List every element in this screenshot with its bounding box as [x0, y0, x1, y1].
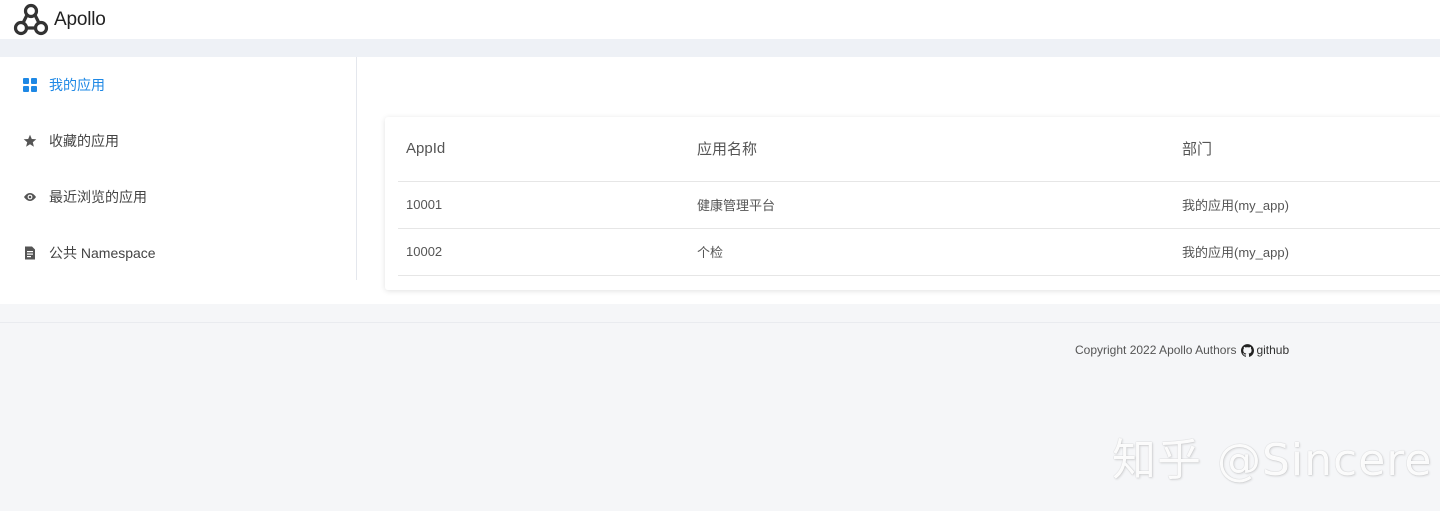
- apps-table: AppId 应用名称 部门 10001 健康管理平台 我的应用(my_app) …: [398, 117, 1440, 276]
- apps-table-card: AppId 应用名称 部门 10001 健康管理平台 我的应用(my_app) …: [385, 117, 1440, 290]
- cell-app-name: 个检: [689, 228, 1174, 276]
- table-header-row: AppId 应用名称 部门: [398, 117, 1440, 182]
- top-header: Apollo: [0, 0, 1440, 39]
- logo-text: Apollo: [54, 8, 106, 30]
- eye-icon: [23, 190, 37, 204]
- table-row[interactable]: 10002 个检 我的应用(my_app): [398, 228, 1440, 276]
- column-header-department[interactable]: 部门: [1174, 117, 1440, 182]
- sidebar-item-label: 最近浏览的应用: [49, 189, 147, 205]
- github-label: github: [1256, 343, 1290, 357]
- sidebar-item-recent-apps[interactable]: 最近浏览的应用: [23, 185, 147, 209]
- grid-icon: [23, 78, 37, 92]
- sidebar: 我的应用 收藏的应用 最近浏览的应用 公共 Namespace: [0, 57, 357, 280]
- cell-appid: 10001: [398, 181, 689, 229]
- copyright-text: Copyright 2022 Apollo Authors: [1075, 343, 1237, 357]
- main-panel: 我的应用 收藏的应用 最近浏览的应用 公共 Namespace AppId 应用…: [0, 57, 1440, 304]
- watermark: 知乎 @Sincere: [1112, 435, 1433, 486]
- cell-appid: 10002: [398, 228, 689, 276]
- sidebar-item-label: 公共 Namespace: [49, 245, 156, 261]
- sidebar-item-public-namespace[interactable]: 公共 Namespace: [23, 241, 156, 265]
- header-band: [0, 39, 1440, 57]
- sidebar-item-my-apps[interactable]: 我的应用: [23, 73, 105, 97]
- footer-divider: [0, 322, 1440, 323]
- github-icon: [1241, 343, 1255, 357]
- column-header-app-name[interactable]: 应用名称: [689, 117, 1174, 182]
- apollo-logo-icon: [13, 3, 49, 36]
- star-icon: [23, 134, 37, 148]
- sidebar-item-label: 收藏的应用: [49, 133, 119, 149]
- cell-app-name: 健康管理平台: [689, 181, 1174, 229]
- apollo-logo[interactable]: Apollo: [13, 3, 106, 36]
- document-icon: [23, 246, 37, 260]
- cell-department: 我的应用(my_app): [1174, 228, 1440, 276]
- cell-department: 我的应用(my_app): [1174, 181, 1440, 229]
- table-row[interactable]: 10001 健康管理平台 我的应用(my_app): [398, 181, 1440, 229]
- footer: Copyright 2022 Apollo Authors github: [1075, 343, 1289, 357]
- github-link[interactable]: github: [1241, 343, 1289, 357]
- sidebar-item-label: 我的应用: [49, 77, 105, 93]
- sidebar-item-favorite-apps[interactable]: 收藏的应用: [23, 129, 119, 153]
- column-header-appid[interactable]: AppId: [398, 117, 689, 182]
